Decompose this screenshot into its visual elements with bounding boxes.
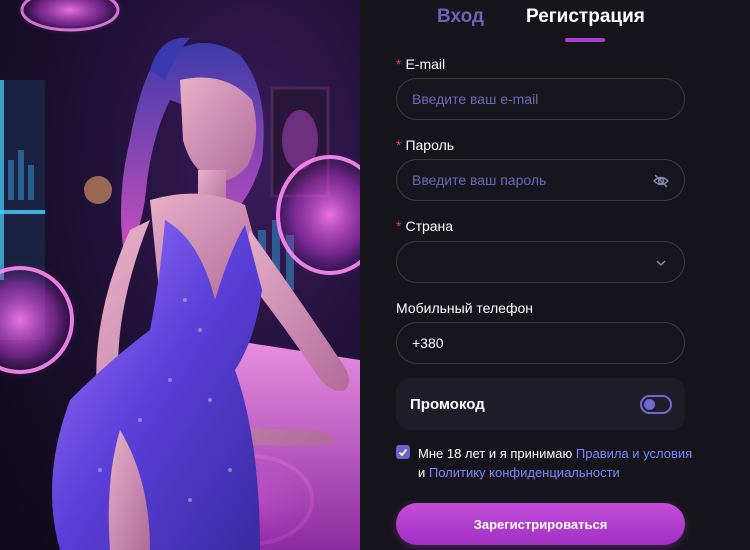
password-label-text: Пароль — [405, 137, 455, 153]
phone-label: Мобильный телефон — [396, 300, 533, 316]
required-mark: * — [396, 218, 402, 234]
country-select[interactable] — [396, 241, 685, 283]
country-label-text: Страна — [405, 218, 454, 234]
phone-field[interactable] — [396, 322, 685, 364]
rules-link[interactable]: Правила и условия — [576, 446, 692, 461]
agree-checkbox[interactable] — [396, 445, 410, 459]
check-icon — [398, 448, 408, 457]
agreement-prefix: Мне 18 лет и я принимаю — [418, 446, 576, 461]
chevron-down-icon[interactable] — [652, 254, 670, 272]
auth-tabs: Вход Регистрация — [360, 0, 750, 46]
privacy-link[interactable]: Политику конфиденциальности — [429, 465, 620, 480]
eye-off-icon[interactable] — [652, 172, 670, 190]
password-field[interactable] — [396, 159, 685, 201]
hero-illustration — [0, 0, 360, 550]
email-field[interactable] — [396, 78, 685, 120]
country-label: * Страна — [396, 218, 453, 234]
active-tab-indicator — [565, 38, 605, 42]
password-label: * Пароль — [396, 137, 454, 153]
hero-image — [0, 0, 360, 550]
register-button[interactable]: Зарегистрироваться — [396, 503, 685, 545]
phone-input[interactable] — [397, 323, 684, 363]
promo-toggle[interactable] — [640, 395, 672, 414]
promo-label: Промокод — [410, 396, 485, 413]
registration-panel: Вход Регистрация *E-mail *Пароль *Страна… — [360, 0, 750, 550]
required-mark: * — [396, 56, 402, 72]
password-input[interactable] — [397, 160, 684, 200]
email-label-text: E-mail — [405, 56, 446, 72]
tab-register[interactable]: Регистрация — [526, 6, 645, 28]
email-input[interactable] — [397, 79, 684, 119]
toggle-knob — [644, 399, 655, 410]
email-label: * E-mail — [396, 56, 445, 72]
agreement-and: и — [418, 465, 429, 480]
agreement-text: Мне 18 лет и я принимаю Правила и услови… — [418, 444, 698, 482]
required-mark: * — [396, 137, 402, 153]
tab-login[interactable]: Вход — [437, 6, 484, 28]
promo-section: Промокод — [396, 378, 685, 430]
